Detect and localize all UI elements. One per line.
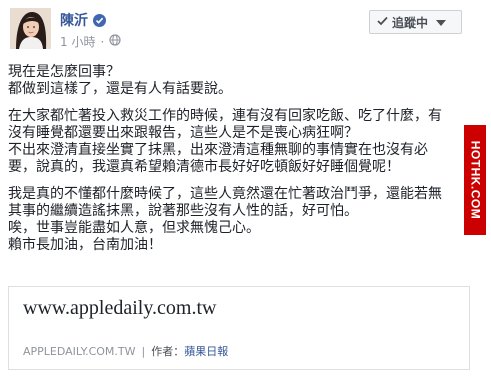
post-line: 在大家都忙著投入救災工作的時候，連有沒有回家吃飯、吃了什麼，有: [8, 108, 442, 124]
avatar[interactable]: [10, 8, 51, 49]
following-button-label: 追蹤中: [392, 15, 429, 30]
post-line: 唉，世事豈能盡如人意，但求無愧己心。: [8, 220, 260, 236]
link-preview-card[interactable]: www.appledaily.com.tw APPLEDAILY.COM.TW …: [8, 286, 470, 370]
post-paragraph: 現在是怎麼回事？ 都做到這樣了，還是有人有話要說。: [8, 64, 468, 98]
post-line: 我是真的不懂都什麼時候了，這些人竟然還在忙著政治鬥爭，還能若無: [8, 186, 442, 202]
post-text: 現在是怎麼回事？ 都做到這樣了，還是有人有話要說。 在大家都忙著投入救災工作的時…: [8, 64, 468, 264]
post-header: 陳沂: [60, 10, 106, 30]
caption-divider: |: [141, 344, 146, 358]
link-author-prefix: 作者：: [151, 345, 185, 358]
link-preview-title[interactable]: www.appledaily.com.tw: [23, 297, 216, 320]
globe-icon[interactable]: [109, 34, 121, 49]
link-preview-caption: APPLEDAILY.COM.TW | 作者： 蘋果日報: [23, 343, 228, 359]
post-line: 現在是怎麼回事？: [8, 64, 120, 80]
check-icon: [377, 15, 388, 29]
link-author-name[interactable]: 蘋果日報: [184, 343, 228, 359]
post-line: 賴市長加油，台南加油！: [8, 237, 162, 253]
post-line: 其事的繼續造謠抹黑，說著那些沒有人性的話，好可怕。: [8, 203, 358, 219]
link-source-domain: APPLEDAILY.COM.TW: [23, 344, 136, 358]
post-line: 要，說真的，我還真希望賴清德市長好好吃頓飯好好睡個覺呢！: [8, 159, 400, 175]
caret-down-icon[interactable]: [436, 15, 447, 29]
watermark-text: HOTHK.COM: [468, 140, 482, 220]
author-name-link[interactable]: 陳沂: [60, 10, 88, 30]
watermark: HOTHK.COM: [464, 125, 486, 235]
post-line: 沒有睡覺都還要出來跟報告，這些人是不是喪心病狂啊？: [8, 125, 358, 141]
meta-separator: ·: [100, 34, 105, 49]
following-button[interactable]: 追蹤中: [369, 10, 462, 34]
post-paragraph: 我是真的不懂都什麼時候了，這些人竟然還在忙著政治鬥爭，還能若無 其事的繼續造謠抹…: [8, 186, 468, 254]
post-line: 不出來澄清直接坐實了抹黑，出來澄清這種無聊的事情實在也沒有必: [8, 142, 428, 158]
verified-badge-icon: [93, 13, 106, 27]
post-paragraph: 在大家都忙著投入救災工作的時候，連有沒有回家吃飯、吃了什麼，有 沒有睡覺都還要出…: [8, 108, 468, 176]
post-meta: 1 小時 ·: [60, 33, 121, 50]
post-line: 都做到這樣了，還是有人有話要說。: [8, 81, 232, 97]
post-timestamp-link[interactable]: 1 小時: [60, 33, 95, 50]
